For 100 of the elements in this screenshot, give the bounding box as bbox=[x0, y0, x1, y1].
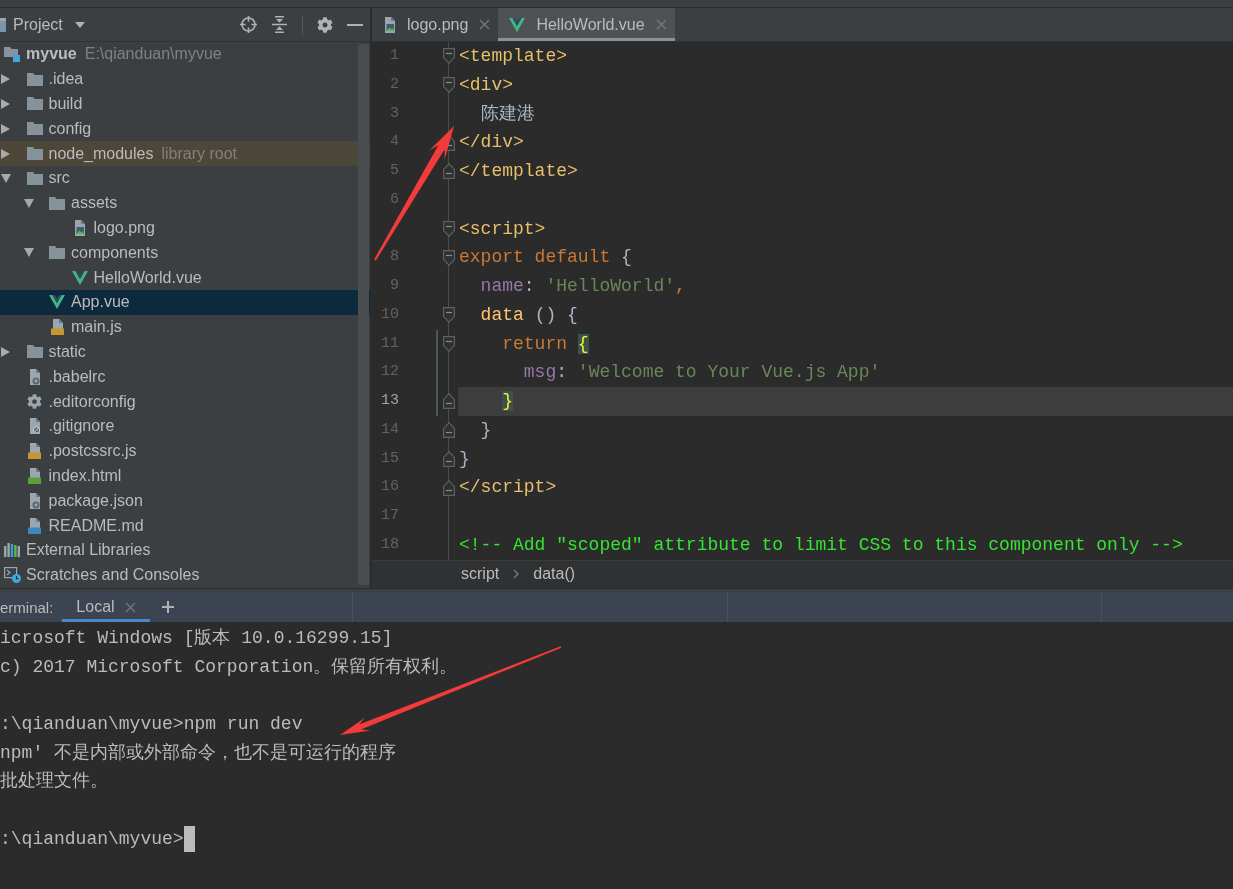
gear-icon bbox=[27, 394, 42, 410]
console-clock-icon bbox=[3, 567, 21, 584]
fold-marker-icon[interactable] bbox=[443, 77, 455, 94]
tree-item[interactable]: .postcssrc.js bbox=[0, 438, 370, 464]
terminal-line: 批处理文件。 bbox=[0, 770, 108, 794]
terminal-line: npm' 不是内部或外部命令，也不是可运行的程序 bbox=[0, 741, 396, 765]
terminal-line: icrosoft Windows [版本 10.0.16299.15] bbox=[0, 627, 393, 650]
caret-right-icon[interactable] bbox=[1, 123, 10, 134]
tree-item[interactable]: External Libraries bbox=[0, 537, 370, 563]
line-number: 8 bbox=[390, 247, 400, 268]
module-folder-icon bbox=[4, 46, 20, 62]
code-line: </div> bbox=[458, 131, 525, 155]
breadcrumb-item[interactable]: data() bbox=[533, 565, 576, 584]
code-line: } bbox=[479, 418, 493, 442]
image-file-icon bbox=[383, 16, 396, 33]
tree-item[interactable]: Scratches and Consoles bbox=[0, 562, 370, 588]
close-icon[interactable] bbox=[124, 601, 136, 613]
line-number: 9 bbox=[390, 276, 400, 296]
line-number: 5 bbox=[390, 161, 400, 181]
code-line: 陈建港 bbox=[479, 102, 536, 126]
terminal-tab[interactable]: Local bbox=[62, 592, 150, 622]
editor-tab[interactable]: HelloWorld.vue bbox=[498, 8, 675, 41]
line-number: 6 bbox=[390, 189, 400, 210]
close-icon[interactable] bbox=[479, 19, 491, 30]
caret-down-icon[interactable] bbox=[23, 198, 34, 208]
caret-down-icon[interactable] bbox=[23, 248, 34, 258]
v-logo-icon bbox=[71, 270, 88, 285]
terminal-line: c) 2017 Microsoft Corporation。保留所有权利。 bbox=[0, 655, 458, 679]
tree-item[interactable]: myvue E:\qianduan\myvue bbox=[0, 42, 370, 67]
tree-item[interactable]: index.html bbox=[0, 463, 370, 489]
fold-marker-icon[interactable] bbox=[443, 393, 455, 410]
scrollbar[interactable] bbox=[358, 44, 369, 585]
tree-item[interactable]: build bbox=[0, 91, 370, 117]
caret-right-icon[interactable] bbox=[1, 74, 10, 85]
settings-icon[interactable] bbox=[317, 16, 333, 33]
fold-marker-icon[interactable] bbox=[443, 479, 455, 496]
fold-marker-icon[interactable] bbox=[443, 422, 455, 439]
tree-item[interactable]: App.vue bbox=[0, 289, 370, 315]
breadcrumb-item[interactable]: script bbox=[461, 565, 500, 584]
tree-item[interactable]: static bbox=[0, 339, 370, 365]
code-line: data () { bbox=[479, 303, 579, 327]
code-line: <script> bbox=[458, 217, 547, 241]
tree-item[interactable]: .idea bbox=[0, 66, 370, 92]
code-line: </template> bbox=[458, 160, 579, 183]
tree-item[interactable]: .editorconfig bbox=[0, 389, 370, 414]
folder-icon bbox=[26, 122, 43, 136]
v-logo-icon bbox=[509, 17, 526, 32]
collapse-icon[interactable] bbox=[271, 16, 288, 33]
panel-icon bbox=[0, 17, 6, 32]
file-icon bbox=[28, 467, 41, 484]
tree-item[interactable]: components bbox=[0, 240, 370, 266]
tree-item[interactable]: package.json bbox=[0, 488, 370, 514]
file-icon bbox=[28, 443, 41, 460]
line-number: 12 bbox=[381, 358, 438, 387]
tree-item[interactable]: logo.png bbox=[0, 215, 370, 241]
tree-item[interactable]: HelloWorld.vue bbox=[0, 265, 370, 290]
folder-icon bbox=[49, 196, 65, 210]
editor-tab[interactable]: logo.png bbox=[372, 8, 499, 41]
caret-down-icon[interactable] bbox=[1, 173, 11, 183]
fold-marker-icon[interactable] bbox=[443, 450, 455, 467]
caret-down-icon bbox=[74, 21, 85, 28]
tree-item[interactable]: assets bbox=[0, 190, 370, 216]
tree-item[interactable]: README.md bbox=[0, 513, 370, 538]
folder-icon bbox=[26, 171, 43, 185]
line-number: 13 bbox=[381, 387, 438, 416]
fold-marker-icon[interactable] bbox=[443, 48, 455, 65]
code-line: name: 'HelloWorld', bbox=[479, 275, 687, 298]
caret-right-icon[interactable] bbox=[1, 99, 10, 109]
code-line: export default { bbox=[458, 246, 633, 270]
fold-marker-icon[interactable] bbox=[443, 220, 455, 237]
tree-item[interactable]: main.js bbox=[0, 314, 370, 340]
fold-marker-icon[interactable] bbox=[443, 307, 455, 324]
view-dropdown[interactable]: Project bbox=[13, 15, 85, 34]
code-line: } bbox=[458, 447, 471, 471]
line-number: 2 bbox=[390, 74, 400, 95]
library-bars-icon bbox=[4, 543, 20, 558]
image-file-icon bbox=[73, 219, 86, 236]
line-number: 3 bbox=[390, 103, 400, 124]
fold-marker-icon[interactable] bbox=[443, 163, 455, 180]
line-number: 1 bbox=[390, 46, 400, 66]
tree-item[interactable]: config bbox=[0, 116, 370, 142]
fold-marker-icon[interactable] bbox=[443, 335, 455, 352]
line-number: 16 bbox=[381, 477, 400, 498]
blocked-file-icon bbox=[28, 418, 41, 435]
plus-icon[interactable] bbox=[161, 601, 174, 613]
folder-icon bbox=[26, 345, 43, 359]
caret-right-icon[interactable] bbox=[1, 346, 10, 357]
caret-right-icon[interactable] bbox=[1, 148, 10, 159]
terminal-line: :\qianduan\myvue> bbox=[0, 827, 184, 851]
tree-item[interactable]: .babelrc bbox=[0, 364, 370, 390]
crosshair-icon[interactable] bbox=[240, 16, 257, 33]
code-line: <!-- Add "scoped" attribute to limit CSS to this component only --> bbox=[458, 533, 1184, 557]
line-number: 17 bbox=[381, 506, 400, 526]
tree-item[interactable]: .gitignore bbox=[0, 413, 370, 439]
code-line: <div> bbox=[458, 73, 514, 97]
folder-icon bbox=[26, 97, 43, 111]
tree-item[interactable]: node_modules library root bbox=[0, 141, 370, 166]
tree-item[interactable]: src bbox=[0, 166, 370, 191]
minus-icon[interactable] bbox=[347, 23, 363, 26]
fold-marker-icon[interactable] bbox=[443, 249, 455, 266]
